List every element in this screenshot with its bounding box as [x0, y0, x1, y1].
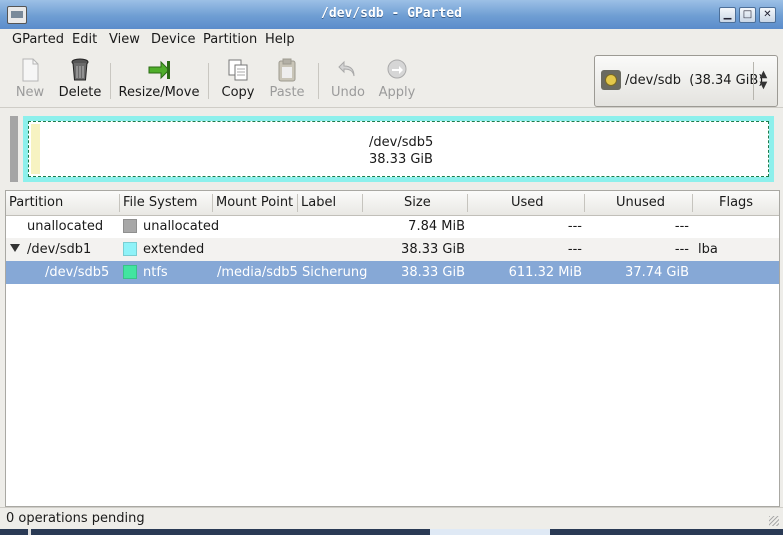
harddisk-icon: [601, 70, 621, 90]
apply-button[interactable]: Apply: [376, 57, 418, 105]
chevron-updown-icon: ▲ ▼: [753, 62, 773, 100]
column-file-system[interactable]: File System: [123, 195, 197, 210]
column-size[interactable]: Size: [404, 195, 431, 210]
fs-color-swatch: [123, 242, 137, 256]
disk-map-partition-name: /dev/sdb5: [369, 135, 434, 150]
copy-button[interactable]: Copy: [218, 57, 258, 105]
column-mount-point[interactable]: Mount Point: [216, 195, 293, 210]
apply-icon: [387, 59, 407, 79]
menu-edit[interactable]: Edit: [72, 32, 97, 47]
minimize-button[interactable]: ▁: [719, 7, 736, 23]
disk-map-used-bar: [31, 124, 40, 174]
column-unused[interactable]: Unused: [616, 195, 665, 210]
new-document-icon: [22, 58, 39, 82]
device-selector[interactable]: /dev/sdb (38.34 GiB) ▲ ▼: [594, 55, 778, 107]
toolbar-separator: [208, 63, 209, 99]
fs-color-swatch: [123, 219, 137, 233]
table-header: Partition File System Mount Point Label …: [6, 191, 779, 216]
trash-icon: [71, 58, 89, 81]
status-bar: 0 operations pending: [0, 507, 783, 530]
menu-view[interactable]: View: [109, 32, 140, 47]
gparted-window: /dev/sdb - GParted ▁ □ ✕ GParted Edit Vi…: [0, 0, 783, 535]
table-row[interactable]: unallocated unallocated 7.84 MiB --- ---: [6, 215, 779, 238]
delete-button[interactable]: Delete: [58, 57, 102, 105]
desktop-wallpaper-fragment: [430, 529, 550, 535]
status-text: 0 operations pending: [6, 511, 145, 526]
disk-map-sdb5[interactable]: /dev/sdb5 38.33 GiB: [28, 121, 769, 177]
disk-map: /dev/sdb5 38.33 GiB: [8, 114, 775, 184]
disk-map-partition-size: 38.33 GiB: [369, 152, 433, 167]
table-row-selected[interactable]: /dev/sdb5 ntfs /media/sdb5 Sicherung 38.…: [6, 261, 779, 284]
device-name: /dev/sdb: [625, 73, 681, 88]
partition-table: Partition File System Mount Point Label …: [5, 190, 780, 507]
clipboard-icon: [278, 58, 296, 82]
copy-icon: [228, 59, 248, 81]
undo-button[interactable]: Undo: [327, 57, 369, 105]
column-flags[interactable]: Flags: [719, 195, 753, 210]
menu-partition[interactable]: Partition: [203, 32, 257, 47]
fs-color-swatch: [123, 265, 137, 279]
column-label[interactable]: Label: [301, 195, 336, 210]
desktop-background-strip: [0, 529, 783, 535]
menu-device[interactable]: Device: [151, 32, 195, 47]
menu-help[interactable]: Help: [265, 32, 295, 47]
resize-grip-icon[interactable]: [769, 516, 779, 526]
new-button[interactable]: New: [10, 57, 50, 105]
undo-icon: [338, 60, 355, 77]
table-row[interactable]: /dev/sdb1 extended 38.33 GiB --- --- lba: [6, 238, 779, 261]
title-bar[interactable]: /dev/sdb - GParted ▁ □ ✕: [0, 0, 783, 30]
toolbar-separator: [318, 63, 319, 99]
disk-map-extended[interactable]: /dev/sdb5 38.33 GiB: [23, 116, 774, 182]
menu-bar: GParted Edit View Device Partition Help: [0, 29, 783, 51]
resize-move-button[interactable]: Resize/Move: [118, 57, 200, 105]
resize-arrow-icon: [148, 60, 170, 80]
menu-gparted[interactable]: GParted: [12, 32, 64, 47]
close-button[interactable]: ✕: [759, 7, 776, 23]
disk-map-unallocated[interactable]: [10, 116, 18, 182]
window-title: /dev/sdb - GParted: [321, 6, 462, 21]
paste-button[interactable]: Paste: [266, 57, 308, 105]
toolbar-separator: [110, 63, 111, 99]
maximize-button[interactable]: □: [739, 7, 756, 23]
column-used[interactable]: Used: [511, 195, 544, 210]
column-partition[interactable]: Partition: [9, 195, 63, 210]
expander-triangle-icon[interactable]: [10, 244, 20, 252]
